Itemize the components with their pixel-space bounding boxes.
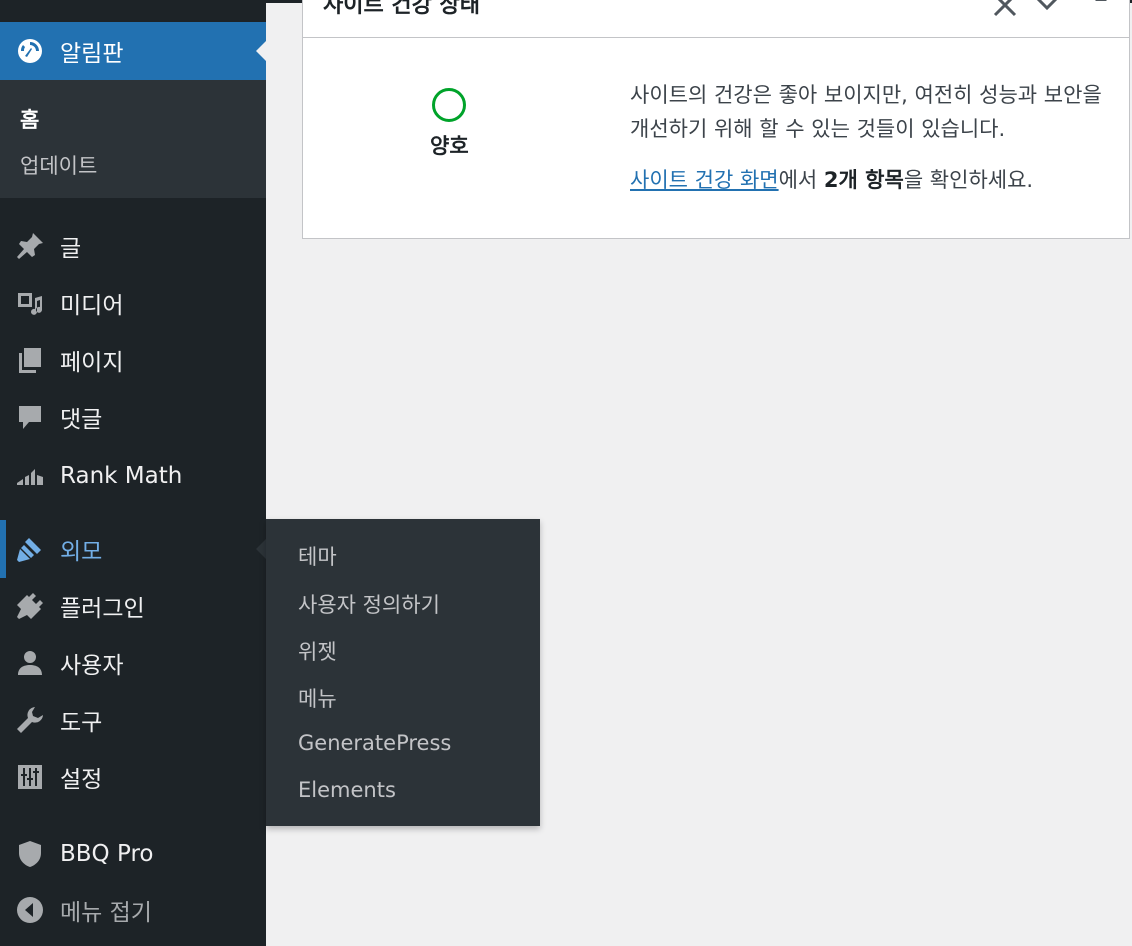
collapse-icon <box>14 894 46 926</box>
menu-label-users: 사용자 <box>60 653 124 679</box>
chevron-down-icon[interactable] <box>1033 0 1061 19</box>
comment-icon <box>14 401 46 433</box>
widget-title: 사이트 건강 상태 <box>323 0 480 18</box>
submenu-item-home[interactable]: 홈 <box>20 104 39 134</box>
wrench-icon <box>14 704 46 736</box>
flyout-arrow <box>256 539 266 559</box>
health-status-label: 양호 <box>430 134 469 158</box>
media-icon <box>14 287 46 319</box>
menu-label-plugins: 플러그인 <box>60 596 145 622</box>
site-health-link[interactable]: 사이트 건강 화면 <box>630 168 779 192</box>
menu-label-collapse: 메뉴 접기 <box>60 900 152 926</box>
issue-count: 2개 항목 <box>823 168 904 192</box>
flyout-item-elements[interactable]: Elements <box>298 778 396 802</box>
health-description: 사이트의 건강은 좋아 보이지만, 여전히 성능과 보안을 개선하기 위해 할 … <box>630 83 1102 141</box>
user-icon <box>14 647 46 679</box>
close-icon[interactable] <box>991 0 1019 19</box>
current-menu-arrow <box>256 41 266 61</box>
pages-icon <box>14 344 46 376</box>
sliders-icon <box>14 761 46 793</box>
arrow-up-icon[interactable] <box>1087 0 1115 19</box>
dashboard-submenu: 홈 업데이트 <box>0 80 266 198</box>
flyout-item-themes[interactable]: 테마 <box>298 541 337 571</box>
collapse-menu-button[interactable]: 메뉴 접기 <box>0 882 266 938</box>
menu-item-bbq-pro[interactable]: BBQ Pro <box>0 826 266 882</box>
menu-item-dashboard[interactable]: 알림판 <box>0 22 266 80</box>
menu-item-plugins[interactable]: 플러그인 <box>0 578 266 634</box>
menu-item-posts[interactable]: 글 <box>0 218 266 274</box>
rank-math-icon <box>14 460 46 492</box>
health-status-ring-icon <box>432 88 466 122</box>
menu-label-dashboard: 알림판 <box>60 41 124 67</box>
pin-icon <box>14 230 46 262</box>
menu-label-settings: 설정 <box>60 767 103 793</box>
brush-icon <box>14 533 46 565</box>
widget-header: 사이트 건강 상태 <box>303 0 1129 38</box>
menu-label-comments: 댓글 <box>60 407 103 433</box>
menu-item-media[interactable]: 미디어 <box>0 275 266 331</box>
menu-item-settings[interactable]: 설정 <box>0 749 266 805</box>
submenu-item-updates[interactable]: 업데이트 <box>20 150 97 180</box>
menu-item-rank-math[interactable]: Rank Math <box>0 448 266 504</box>
dashboard-gauge-icon <box>14 35 46 67</box>
menu-label-tools: 도구 <box>60 710 103 736</box>
flyout-item-widgets[interactable]: 위젯 <box>298 636 337 666</box>
menu-item-comments[interactable]: 댓글 <box>0 389 266 445</box>
flyout-item-customize[interactable]: 사용자 정의하기 <box>298 589 440 619</box>
flyout-item-generatepress[interactable]: GeneratePress <box>298 731 451 755</box>
menu-item-pages[interactable]: 페이지 <box>0 332 266 388</box>
admin-sidebar: 알림판 홈 업데이트 글 미디어 페이지 댓글 Rank Math 외모 플러그… <box>0 0 266 946</box>
menu-item-appearance[interactable]: 외모 <box>0 520 266 578</box>
health-action-text: 사이트 건강 화면에서 2개 항목을 확인하세요. <box>630 168 1034 192</box>
appearance-flyout-menu: 테마 사용자 정의하기 위젯 메뉴 GeneratePress Elements <box>266 519 540 826</box>
shield-icon <box>14 838 46 870</box>
menu-label-appearance: 외모 <box>60 539 103 565</box>
menu-label-bbq-pro: BBQ Pro <box>60 841 154 867</box>
menu-item-tools[interactable]: 도구 <box>0 692 266 748</box>
active-indicator <box>0 520 6 578</box>
menu-label-media: 미디어 <box>60 293 124 319</box>
menu-label-pages: 페이지 <box>60 350 124 376</box>
menu-label-posts: 글 <box>60 236 82 262</box>
menu-item-users[interactable]: 사용자 <box>0 635 266 691</box>
plugin-icon <box>14 590 46 622</box>
menu-label-rank-math: Rank Math <box>60 463 183 489</box>
flyout-item-menus[interactable]: 메뉴 <box>298 683 337 713</box>
